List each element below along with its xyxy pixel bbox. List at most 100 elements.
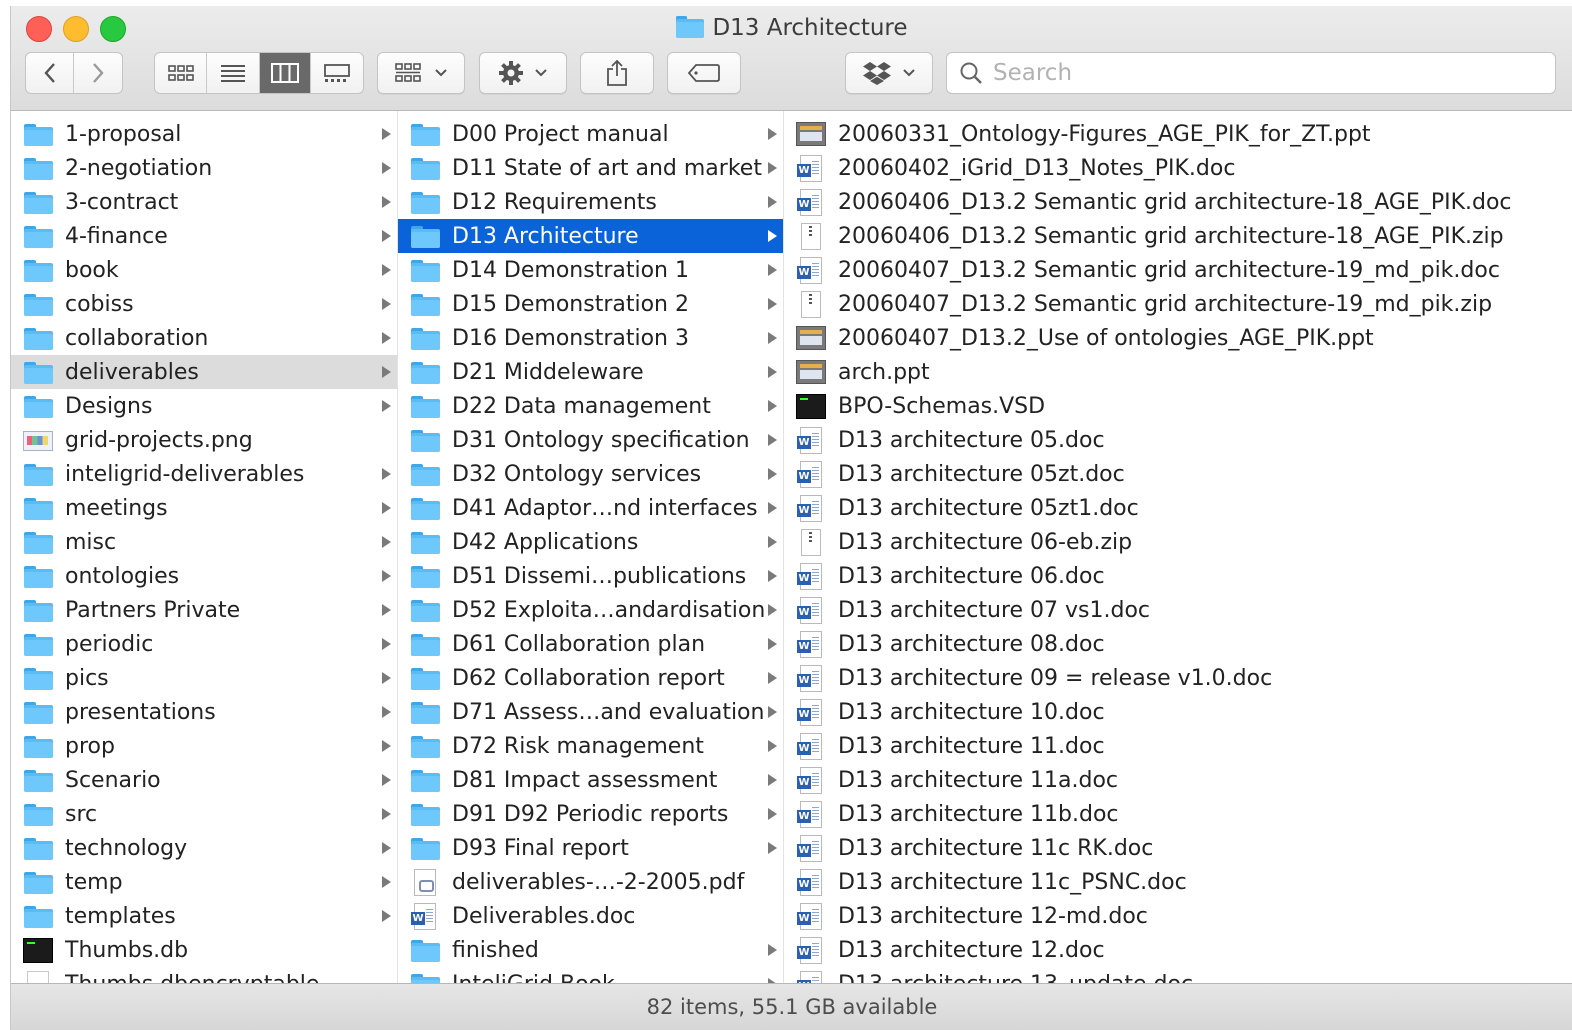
folder-row[interactable]: Partners Private xyxy=(11,593,397,627)
folder-row[interactable]: 2-negotiation xyxy=(11,151,397,185)
file-row[interactable]: W D13 architecture 05zt1.doc xyxy=(784,491,1572,525)
column-1[interactable]: 1-proposal 2-negotiation 3-contract 4-finan… xyxy=(11,111,398,983)
file-row[interactable]: W D13 architecture 11c RK.doc xyxy=(784,831,1572,865)
folder-row[interactable]: inteligrid-deliverables xyxy=(11,457,397,491)
folder-row[interactable]: book xyxy=(11,253,397,287)
file-row[interactable]: 20060407_D13.2 Semantic grid architectur… xyxy=(784,287,1572,321)
folder-row[interactable]: D13 Architecture xyxy=(398,219,783,253)
file-row[interactable]: W 20060407_D13.2 Semantic grid architectu… xyxy=(784,253,1572,287)
disclosure-arrow-icon xyxy=(768,400,777,412)
folder-row[interactable]: 3-contract xyxy=(11,185,397,219)
disclosure-arrow-icon xyxy=(382,366,391,378)
item-label: 20060406_D13.2 Semantic grid architectur… xyxy=(838,223,1504,249)
folder-row[interactable]: D52 Exploita…andardisation xyxy=(398,593,783,627)
folder-row[interactable]: templates xyxy=(11,899,397,933)
folder-row[interactable]: D42 Applications xyxy=(398,525,783,559)
folder-row[interactable]: D61 Collaboration plan xyxy=(398,627,783,661)
file-row[interactable]: grid-projects.png xyxy=(11,423,397,457)
gallery-view-button[interactable] xyxy=(311,53,363,93)
file-row[interactable]: W D13 architecture 11b.doc xyxy=(784,797,1572,831)
folder-row[interactable]: D91 D92 Periodic reports xyxy=(398,797,783,831)
file-row[interactable]: arch.ppt xyxy=(784,355,1572,389)
file-row[interactable]: W D13 architecture 05zt.doc xyxy=(784,457,1572,491)
dropbox-button[interactable] xyxy=(845,52,933,94)
tags-button[interactable] xyxy=(667,52,741,94)
file-row[interactable]: W D13 architecture 07 vs1.doc xyxy=(784,593,1572,627)
file-row[interactable]: W D13 architecture 10.doc xyxy=(784,695,1572,729)
folder-row[interactable]: D93 Final report xyxy=(398,831,783,865)
file-row[interactable]: 20060407_D13.2_Use of ontologies_AGE_PIK… xyxy=(784,321,1572,355)
folder-row[interactable]: technology xyxy=(11,831,397,865)
folder-row[interactable]: D15 Demonstration 2 xyxy=(398,287,783,321)
folder-row[interactable]: D21 Middeleware xyxy=(398,355,783,389)
action-menu-button[interactable] xyxy=(479,52,567,94)
file-row[interactable]: W D13 architecture 12-md.doc xyxy=(784,899,1572,933)
folder-row[interactable]: D11 State of art and market xyxy=(398,151,783,185)
file-row[interactable]: W 20060406_D13.2 Semantic grid architectu… xyxy=(784,185,1572,219)
file-row[interactable]: W D13 architecture 08.doc xyxy=(784,627,1572,661)
folder-row[interactable]: 1-proposal xyxy=(11,117,397,151)
folder-row[interactable]: D51 Dissemi…publications xyxy=(398,559,783,593)
file-row[interactable]: W D13 architecture 06.doc xyxy=(784,559,1572,593)
file-row[interactable]: 20060331_Ontology-Figures_AGE_PIK_for_ZT… xyxy=(784,117,1572,151)
search-field[interactable] xyxy=(946,52,1556,94)
folder-row[interactable]: D12 Requirements xyxy=(398,185,783,219)
file-row[interactable]: W D13 architecture 11c_PSNC.doc xyxy=(784,865,1572,899)
folder-row[interactable]: periodic xyxy=(11,627,397,661)
file-row[interactable]: W 20060402_iGrid_D13_Notes_PIK.doc xyxy=(784,151,1572,185)
folder-row[interactable]: D71 Assess…and evaluation xyxy=(398,695,783,729)
icon-view-button[interactable] xyxy=(155,53,208,93)
folder-row[interactable]: src xyxy=(11,797,397,831)
share-button[interactable] xyxy=(580,52,654,94)
folder-row[interactable]: 4-finance xyxy=(11,219,397,253)
folder-row[interactable]: D00 Project manual xyxy=(398,117,783,151)
file-row[interactable]: deliverables-…-2-2005.pdf xyxy=(398,865,783,899)
file-row[interactable]: W D13 architecture 12.doc xyxy=(784,933,1572,967)
folder-row[interactable]: pics xyxy=(11,661,397,695)
list-view-button[interactable] xyxy=(207,53,260,93)
search-input[interactable] xyxy=(991,59,1535,87)
folder-row[interactable]: ontologies xyxy=(11,559,397,593)
forward-button[interactable] xyxy=(74,53,122,93)
folder-row[interactable]: temp xyxy=(11,865,397,899)
folder-row[interactable]: deliverables xyxy=(11,355,397,389)
folder-row[interactable]: D16 Demonstration 3 xyxy=(398,321,783,355)
file-row[interactable]: W D13 architecture 13_update.doc xyxy=(784,967,1572,983)
folder-row[interactable]: collaboration xyxy=(11,321,397,355)
file-row[interactable]: BPO-Schemas.VSD xyxy=(784,389,1572,423)
file-row[interactable]: D13 architecture 06-eb.zip xyxy=(784,525,1572,559)
folder-row[interactable]: cobiss xyxy=(11,287,397,321)
file-row[interactable]: W D13 architecture 09 = release v1.0.doc xyxy=(784,661,1572,695)
column-view-button[interactable] xyxy=(259,53,311,93)
column-2[interactable]: D00 Project manual D11 State of art and m… xyxy=(398,111,784,983)
folder-row[interactable]: Designs xyxy=(11,389,397,423)
item-label: D13 architecture 11b.doc xyxy=(838,801,1119,827)
group-by-button[interactable] xyxy=(377,52,465,94)
back-button[interactable] xyxy=(26,53,74,93)
file-row[interactable]: Thumbs.dbencryptable xyxy=(11,967,397,983)
folder-row[interactable]: meetings xyxy=(11,491,397,525)
folder-row[interactable]: D62 Collaboration report xyxy=(398,661,783,695)
folder-row[interactable]: InteliGrid Book xyxy=(398,967,783,983)
folder-row[interactable]: D81 Impact assessment xyxy=(398,763,783,797)
folder-row[interactable]: D32 Ontology services xyxy=(398,457,783,491)
folder-icon xyxy=(23,393,53,419)
folder-row[interactable]: D22 Data management xyxy=(398,389,783,423)
folder-row[interactable]: D72 Risk management xyxy=(398,729,783,763)
file-row[interactable]: W D13 architecture 05.doc xyxy=(784,423,1572,457)
file-row[interactable]: W D13 architecture 11.doc xyxy=(784,729,1572,763)
folder-row[interactable]: D14 Demonstration 1 xyxy=(398,253,783,287)
disclosure-arrow-icon xyxy=(382,298,391,310)
folder-row[interactable]: finished xyxy=(398,933,783,967)
file-row[interactable]: W D13 architecture 11a.doc xyxy=(784,763,1572,797)
folder-row[interactable]: misc xyxy=(11,525,397,559)
file-row[interactable]: 20060406_D13.2 Semantic grid architectur… xyxy=(784,219,1572,253)
file-row[interactable]: Thumbs.db xyxy=(11,933,397,967)
folder-row[interactable]: D41 Adaptor…nd interfaces xyxy=(398,491,783,525)
folder-row[interactable]: presentations xyxy=(11,695,397,729)
column-3[interactable]: 20060331_Ontology-Figures_AGE_PIK_for_ZT… xyxy=(784,111,1572,983)
file-row[interactable]: W Deliverables.doc xyxy=(398,899,783,933)
folder-row[interactable]: D31 Ontology specification xyxy=(398,423,783,457)
folder-row[interactable]: prop xyxy=(11,729,397,763)
folder-row[interactable]: Scenario xyxy=(11,763,397,797)
